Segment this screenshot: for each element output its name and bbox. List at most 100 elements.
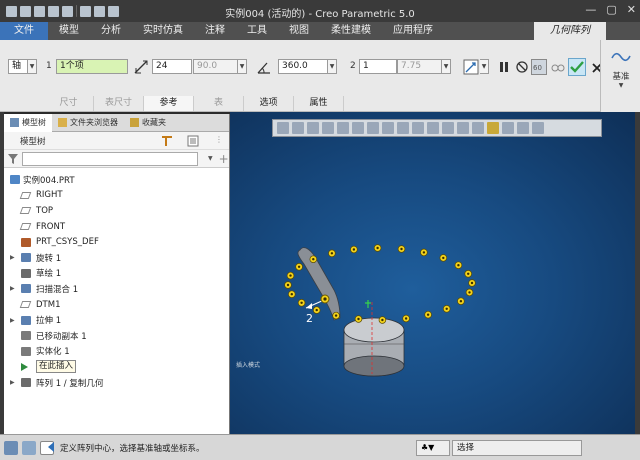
pause-icon[interactable] [496, 59, 512, 75]
datum-dropdown-icon[interactable]: ▼ [601, 82, 640, 89]
tree-node[interactable]: ▶ 阵列 1 / 复制几何 [4, 375, 229, 391]
angle-increment-dropdown[interactable]: ▼ [238, 59, 247, 74]
angle-extent-field[interactable]: 360.0 [278, 59, 328, 74]
pattern-options-dropdown[interactable]: ▼ [480, 59, 489, 74]
pattern-member-center [300, 301, 303, 304]
close-window-icon[interactable] [108, 5, 119, 17]
tab-view[interactable]: 视图 [278, 22, 320, 40]
pattern-member-center [357, 317, 360, 321]
right-frame [635, 112, 640, 434]
filter-icon[interactable] [8, 153, 18, 164]
tree-node[interactable]: 实体化 1 [4, 344, 229, 360]
accept-checkmark-icon[interactable] [568, 58, 586, 76]
tab-options[interactable]: 选项 [244, 96, 294, 111]
axis-reference-field[interactable]: 1个项 [56, 59, 128, 74]
tab-applications[interactable]: 应用程序 [382, 22, 444, 40]
regenerate-icon[interactable] [80, 5, 91, 17]
tree-more-icon[interactable]: ⋮ [215, 135, 223, 144]
second-direction-spacing[interactable]: 7.75 [397, 59, 442, 74]
tab-analysis[interactable]: 分析 [90, 22, 132, 40]
tab-geometry-pattern[interactable]: 几何阵列 [534, 22, 606, 40]
datum-icon[interactable] [611, 48, 631, 66]
tab-favorites[interactable]: 收藏夹 [124, 114, 172, 132]
open-icon[interactable] [20, 5, 31, 17]
tree-node[interactable]: 已移动副本 1 [4, 328, 229, 344]
tree-node[interactable]: 草绘 1 [4, 266, 229, 282]
redo-icon[interactable] [62, 5, 73, 17]
pattern-type-dropdown[interactable]: ▼ [28, 59, 37, 74]
tab-tools[interactable]: 工具 [236, 22, 278, 40]
pattern-dashboard: 轴 ▼ 1 1个项 24 90.0 ▼ 360.0 ▼ 2 1 7.75 ▼ ▼… [0, 40, 640, 98]
tree-node[interactable]: 在此插入 [4, 359, 229, 375]
tree-node[interactable]: PRT_CSYS_DEF [4, 234, 229, 250]
tree-node[interactable]: DTM1 [4, 297, 229, 313]
pattern-member-center [330, 252, 334, 255]
second-direction-count[interactable]: 1 [359, 59, 397, 74]
tab-model-tree[interactable]: 模型树 [4, 113, 52, 132]
cup-bottom [343, 355, 405, 377]
pattern-icon [21, 378, 31, 388]
close-button[interactable]: ✕ [627, 3, 636, 16]
new-icon[interactable] [6, 5, 17, 17]
tab-flexible-modeling[interactable]: 柔性建模 [320, 22, 382, 40]
maximize-button[interactable]: ▢ [606, 3, 616, 16]
pattern-type-select[interactable]: 轴 [8, 59, 28, 74]
selection-filter-type-icon[interactable]: ♣▼ [416, 440, 450, 456]
svg-text:60: 60 [533, 64, 542, 72]
expand-toggle-icon[interactable]: ▶ [10, 317, 15, 324]
pattern-preview-points [284, 244, 476, 324]
toggle-navigator-icon[interactable] [4, 440, 18, 455]
tab-table-dimensions[interactable]: 表尺寸 [94, 96, 144, 111]
tab-model[interactable]: 模型 [48, 22, 90, 40]
quick-access-toolbar [0, 5, 119, 17]
verify-preview-icon[interactable]: 60 [531, 59, 547, 75]
flip-direction-icon[interactable] [133, 59, 149, 75]
minimize-button[interactable]: — [585, 3, 596, 16]
undo-icon[interactable] [48, 5, 59, 17]
tab-file[interactable]: 文件 [0, 22, 48, 40]
model-graphics [284, 244, 476, 377]
pattern-member-center [286, 283, 290, 287]
tree-node[interactable]: ▶ 扫描混合 1 [4, 281, 229, 297]
angle-increment-field[interactable]: 90.0 [193, 59, 238, 74]
tab-references[interactable]: 参考 [144, 96, 194, 111]
toggle-browser-icon[interactable] [22, 440, 36, 455]
tree-node[interactable]: RIGHT [4, 188, 229, 204]
tab-live-simulation[interactable]: 实时仿真 [132, 22, 194, 40]
glasses-preview-icon[interactable] [550, 59, 566, 75]
tree-node[interactable]: ▶ 旋转 1 [4, 250, 229, 266]
no-preview-icon[interactable] [514, 59, 530, 75]
tab-tables[interactable]: 表 [194, 96, 244, 111]
plane-icon [19, 301, 32, 309]
graphics-viewport[interactable]: 插入模式 2 [230, 112, 635, 434]
model-tree-header: 模型树 ⋮ [4, 132, 229, 150]
tree-search-input[interactable] [22, 151, 198, 166]
filter-dropdown-icon[interactable]: ▼ [208, 155, 213, 162]
dimension-value-label[interactable]: 2 [306, 312, 313, 325]
tree-node[interactable]: 实例004.PRT [4, 172, 229, 188]
tree-settings-icon[interactable] [161, 135, 173, 147]
selection-filter[interactable]: 选择 [452, 440, 582, 456]
expand-toggle-icon[interactable]: ▶ [10, 379, 15, 386]
tab-annotate[interactable]: 注释 [194, 22, 236, 40]
pattern-member-center [297, 265, 301, 268]
tree-node[interactable]: FRONT [4, 219, 229, 235]
expand-toggle-icon[interactable]: ▶ [10, 285, 15, 292]
angle-extent-dropdown[interactable]: ▼ [328, 59, 337, 74]
tab-properties[interactable]: 属性 [294, 96, 344, 111]
window-icon[interactable] [94, 5, 105, 17]
second-direction-dropdown[interactable]: ▼ [442, 59, 451, 74]
tree-display-icon[interactable] [187, 135, 199, 147]
add-filter-icon[interactable]: + [219, 152, 229, 166]
model-tree-title: 模型树 [20, 136, 46, 147]
save-icon[interactable] [34, 5, 45, 17]
angle-extent-icon[interactable] [256, 59, 272, 75]
member-count-field[interactable]: 24 [152, 59, 192, 74]
tree-node[interactable]: TOP [4, 203, 229, 219]
solidify-icon [21, 346, 31, 356]
tree-node[interactable]: ▶ 拉伸 1 [4, 312, 229, 328]
tab-dimensions[interactable]: 尺寸 [44, 96, 94, 111]
expand-toggle-icon[interactable]: ▶ [10, 254, 15, 261]
pattern-options-icon[interactable] [463, 59, 479, 75]
tab-folder-browser[interactable]: 文件夹浏览器 [52, 114, 124, 132]
